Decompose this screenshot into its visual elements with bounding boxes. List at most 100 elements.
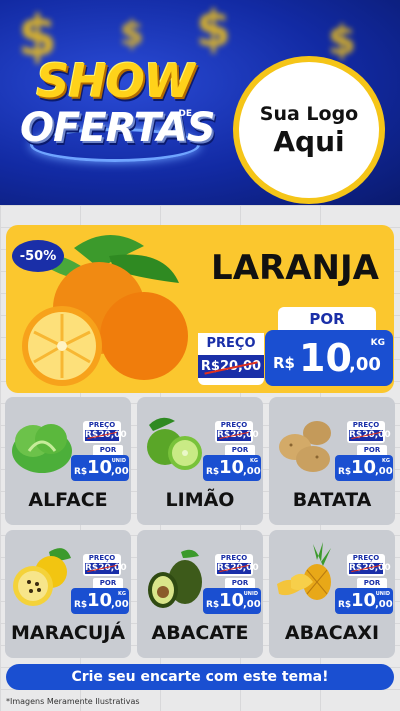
- price-label: PREÇO: [88, 421, 116, 429]
- currency: R$: [338, 600, 352, 610]
- price-decimal: ,00: [349, 354, 381, 375]
- por-label: POR: [225, 445, 255, 455]
- price-integer: 10: [87, 457, 113, 478]
- logo-line1: SHOW: [36, 54, 194, 108]
- price-label: PREÇO: [88, 554, 116, 562]
- show-de-ofertas-logo: SHOW DE OFERTAS: [20, 54, 216, 148]
- product-card[interactable]: PREÇO R$20,00 POR R$ 10,00 UNID ALFACE: [5, 397, 131, 525]
- brand-logo-placeholder[interactable]: Sua Logo Aqui: [233, 56, 385, 204]
- por-label: POR: [225, 578, 255, 588]
- price-decimal: ,00: [111, 466, 129, 477]
- por-label: POR: [93, 578, 123, 588]
- product-image: [273, 538, 339, 612]
- potato-image: [279, 421, 331, 472]
- dollar-coin-icon: $: [196, 0, 231, 58]
- old-price: R$20,00: [217, 563, 259, 574]
- product-card[interactable]: PREÇO R$20,00 POR R$ 10,00 KG LIMÃO: [137, 397, 263, 525]
- por-label: POR: [357, 445, 387, 455]
- price-integer: 10: [351, 457, 377, 478]
- old-price-tag: PREÇO R$20,00: [215, 421, 259, 443]
- discount-badge: -50%: [12, 240, 64, 272]
- featured-product-name: LARANJA: [211, 248, 379, 288]
- brand-line2: Aqui: [273, 124, 345, 158]
- product-image: [141, 405, 207, 479]
- price-integer: 10: [87, 590, 113, 611]
- old-price-tag: PREÇO R$20,00: [215, 554, 259, 576]
- dollar-coin-icon: $: [120, 14, 144, 54]
- product-image: [9, 538, 75, 612]
- por-label: POR: [357, 578, 387, 588]
- old-price-tag: PREÇO R$20,00: [347, 421, 391, 443]
- old-price-tag: PREÇO R$20,00: [347, 554, 391, 576]
- currency: R$: [273, 354, 295, 372]
- old-price-tag: PREÇO R$20,00: [83, 421, 127, 443]
- price-decimal: ,00: [375, 466, 393, 477]
- new-price: R$ 10,00 KG: [335, 455, 393, 481]
- brand-line1: Sua Logo: [259, 102, 359, 125]
- old-price-tag: PREÇO R$20,00: [83, 554, 127, 576]
- product-card[interactable]: PREÇO R$20,00 POR R$ 10,00 KG MARACUJÁ: [5, 530, 131, 658]
- product-name: ABACAXI: [284, 622, 380, 644]
- old-price: R$20,00: [349, 563, 391, 574]
- price-label: PREÇO: [198, 333, 264, 351]
- product-card[interactable]: PREÇO R$20,00 POR R$ 10,00 UNID ABACATE: [137, 530, 263, 658]
- product-image: [141, 538, 207, 612]
- price-label: PREÇO: [220, 554, 248, 562]
- product-image: [273, 405, 339, 479]
- price-integer: 10: [219, 457, 245, 478]
- product-name: ABACATE: [151, 622, 249, 644]
- pineapple-image: [277, 542, 331, 600]
- passion-fruit-image: [13, 548, 71, 606]
- product-image: [9, 405, 75, 479]
- old-price: R$20,00: [349, 430, 391, 441]
- lettuce-image: [12, 424, 72, 473]
- product-card[interactable]: PREÇO R$20,00 POR R$ 10,00 KG BATATA: [269, 397, 395, 525]
- por-label: POR: [93, 445, 123, 455]
- price-integer: 10: [351, 590, 377, 611]
- avocado-image: [148, 549, 202, 608]
- currency: R$: [338, 467, 352, 477]
- price-decimal: ,00: [375, 599, 393, 610]
- currency: R$: [74, 467, 88, 477]
- por-label: POR: [278, 307, 376, 331]
- currency: R$: [206, 600, 220, 610]
- old-price: R$20,00: [85, 563, 127, 574]
- new-price: R$ 10,00 KG: [71, 588, 129, 614]
- price-integer: 10: [299, 336, 352, 380]
- create-flyer-button[interactable]: Crie seu encarte com este tema!: [6, 664, 394, 690]
- price-label: PREÇO: [220, 421, 248, 429]
- product-name: MARACUJÁ: [10, 622, 126, 644]
- product-card[interactable]: PREÇO R$20,00 POR R$ 10,00 UNID ABACAXI: [269, 530, 395, 658]
- price-integer: 10: [219, 590, 245, 611]
- price-decimal: ,00: [243, 466, 261, 477]
- product-name: LIMÃO: [165, 489, 235, 511]
- price-decimal: ,00: [243, 599, 261, 610]
- price-unit: UNID: [243, 591, 258, 597]
- price-unit: UNID: [375, 591, 390, 597]
- old-price: R$20,00: [85, 430, 127, 441]
- header-banner: $ $ $ $ SHOW DE OFERTAS Sua Logo Aqui: [0, 0, 400, 205]
- new-price: R$ 10,00 UNID: [203, 588, 261, 614]
- dollar-coin-icon: $: [328, 18, 356, 64]
- product-name: ALFACE: [28, 489, 108, 511]
- price-unit: KG: [118, 591, 126, 597]
- price-label: PREÇO: [352, 421, 380, 429]
- price-unit: KG: [370, 338, 385, 348]
- featured-new-price: R$ 10 ,00 KG: [265, 330, 393, 386]
- lime-image: [147, 417, 202, 470]
- price-label: PREÇO: [352, 554, 380, 562]
- currency: R$: [206, 467, 220, 477]
- price-decimal: ,00: [111, 599, 129, 610]
- new-price: R$ 10,00 UNID: [335, 588, 393, 614]
- price-unit: UNID: [111, 458, 126, 464]
- disclaimer-text: *Imagens Meramente Ilustrativas: [6, 697, 140, 706]
- old-price: R$20,00: [198, 355, 264, 378]
- currency: R$: [74, 600, 88, 610]
- new-price: R$ 10,00 KG: [203, 455, 261, 481]
- old-price: R$20,00: [217, 430, 259, 441]
- price-unit: KG: [250, 458, 258, 464]
- new-price: R$ 10,00 UNID: [71, 455, 129, 481]
- featured-old-price-tag: PREÇO R$20,00: [198, 333, 264, 385]
- logo-de: DE: [178, 109, 192, 119]
- product-name: BATATA: [292, 489, 372, 511]
